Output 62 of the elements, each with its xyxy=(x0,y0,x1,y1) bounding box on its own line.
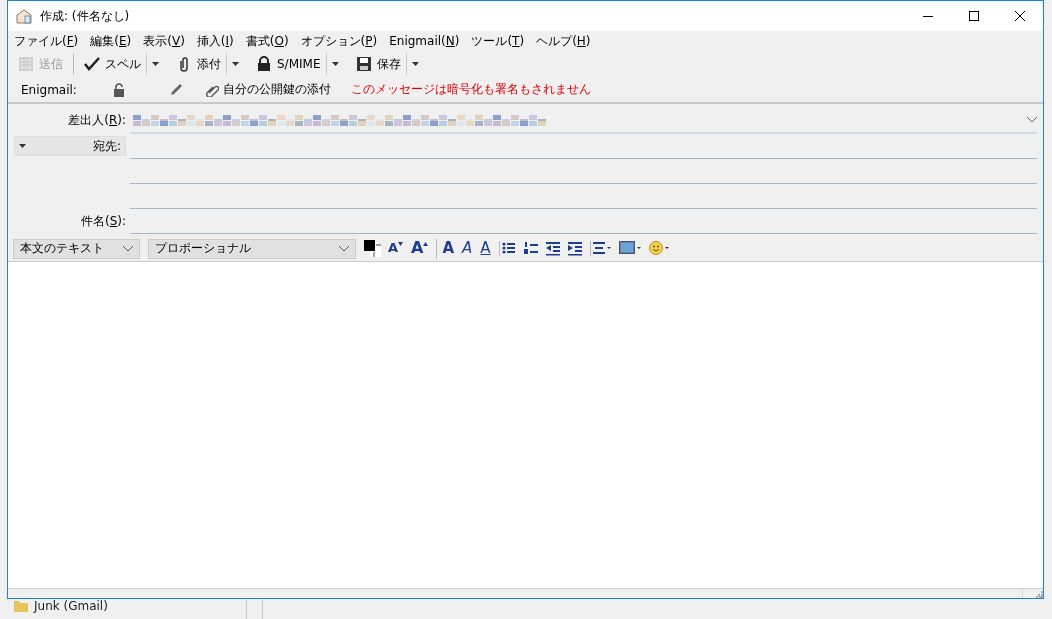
close-icon xyxy=(1015,11,1025,21)
toolbar-button[interactable]: S/MIME xyxy=(252,53,348,75)
font-select[interactable]: プロポーショナル xyxy=(148,238,356,259)
caret-icon xyxy=(19,144,26,148)
toolbar-button[interactable]: 添付 xyxy=(172,53,248,75)
outdent-button[interactable] xyxy=(543,241,562,256)
menu-item[interactable]: 編集(E) xyxy=(90,32,138,50)
attach-key-button[interactable]: 自分の公開鍵の添付 xyxy=(204,81,331,98)
underline-text-button[interactable]: A xyxy=(478,238,493,259)
chevron-down-icon xyxy=(1027,117,1037,123)
align-icon xyxy=(592,241,611,256)
up-triangle-icon xyxy=(423,241,429,246)
from-label: 差出人(R): xyxy=(67,111,126,129)
image-icon xyxy=(618,241,641,256)
bold-text-button[interactable]: A xyxy=(436,238,457,259)
smaller-text-button[interactable]: A xyxy=(386,238,406,259)
security-status: このメッセージは暗号化も署名もされません xyxy=(350,81,591,98)
image-button[interactable] xyxy=(616,241,643,256)
caret-icon xyxy=(331,62,339,66)
send-icon xyxy=(18,56,34,72)
window-title: 作成: (件名なし) xyxy=(40,7,130,25)
bulleted-list-icon xyxy=(501,241,516,256)
indent-button[interactable] xyxy=(565,241,584,256)
menu-item[interactable]: 書式(O) xyxy=(245,32,295,50)
maximize-icon xyxy=(969,11,979,21)
text-color-icon[interactable] xyxy=(364,239,382,258)
toolbar-button[interactable]: 保存 xyxy=(351,53,428,75)
caret-icon xyxy=(232,62,239,66)
outdent-icon xyxy=(545,241,560,256)
floppy-icon xyxy=(355,56,372,72)
paragraph-format-select[interactable]: 本文のテキスト xyxy=(13,238,140,259)
folder-name[interactable]: Junk (Gmail) xyxy=(34,599,108,613)
menu-item[interactable]: オプション(P) xyxy=(300,32,384,50)
check-icon xyxy=(84,56,100,72)
indent-icon xyxy=(567,241,582,256)
align-button[interactable] xyxy=(589,241,613,256)
menu-item[interactable]: 表示(V) xyxy=(143,32,191,50)
toolbar-button[interactable]: スペル xyxy=(80,53,168,75)
menu-item[interactable]: Enigmail(N) xyxy=(389,34,466,48)
menu-item[interactable]: 挿入(I) xyxy=(196,32,240,50)
larger-text-button[interactable]: A xyxy=(409,238,431,259)
numbers-button[interactable] xyxy=(521,241,540,256)
lock-icon xyxy=(256,56,272,72)
subject-label: 件名(S): xyxy=(79,212,126,230)
recipient-type-dropdown[interactable]: 宛先: xyxy=(14,136,126,156)
pencil-icon[interactable] xyxy=(168,82,183,97)
menu-item[interactable]: ツール(T) xyxy=(471,32,531,50)
resize-grip-icon xyxy=(1036,591,1043,598)
chevron-down-icon xyxy=(123,245,133,252)
enigmail-label: Enigmail: xyxy=(21,82,77,97)
caret-icon xyxy=(411,62,419,66)
menu-item[interactable]: ファイル(F) xyxy=(14,32,85,50)
numbered-list-icon xyxy=(523,241,538,256)
smiley-icon xyxy=(648,241,669,256)
bullets-button[interactable] xyxy=(498,241,518,256)
down-triangle-icon xyxy=(398,241,404,246)
emoji-button[interactable] xyxy=(646,241,671,256)
chevron-down-icon xyxy=(339,245,349,252)
menu-item[interactable]: ヘルプ(H) xyxy=(536,32,597,50)
open-lock-icon[interactable] xyxy=(112,82,125,97)
caret-icon xyxy=(152,62,159,66)
italic-text-button[interactable]: A xyxy=(460,238,475,259)
